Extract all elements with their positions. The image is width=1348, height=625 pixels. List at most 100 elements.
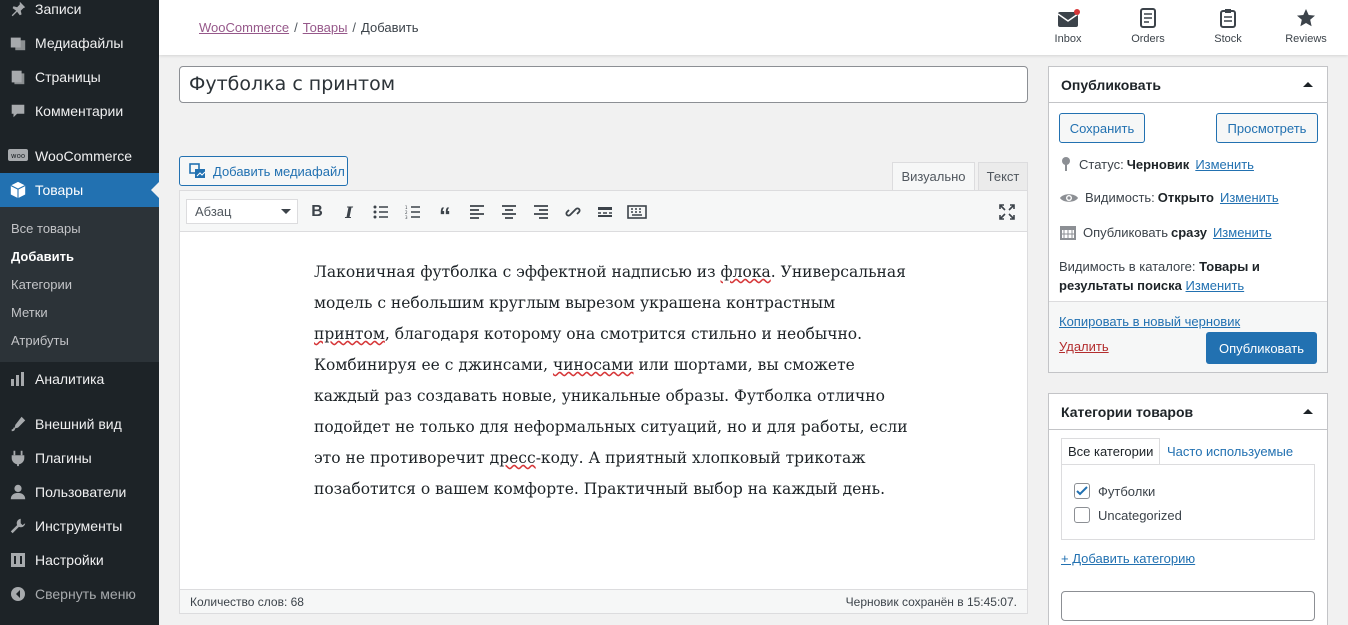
reviews-button[interactable]: Reviews [1276,8,1336,45]
categories-box-header[interactable]: Категории товаров [1049,394,1327,430]
edit-status-link[interactable]: Изменить [1195,157,1254,172]
description-text: Лаконичная футболка с эффектной надписью… [314,263,721,281]
sidebar-item-label: Внешний вид [35,416,122,432]
publish-actions: Копировать в новый черновик Удалить Опуб… [1049,301,1327,372]
breadcrumb-current: Добавить [361,20,419,35]
toolbar-toggle-button[interactable] [626,201,648,223]
inbox-icon [1038,8,1098,28]
sidebar-item-media[interactable]: Медиафайлы [0,26,159,60]
add-category-link[interactable]: + Добавить категорию [1061,551,1195,566]
edit-catalog-visibility-link[interactable]: Изменить [1186,278,1245,293]
publish-box-title: Опубликовать [1061,76,1161,93]
sidebar-item-label: Настройки [35,552,104,568]
add-media-button[interactable]: Добавить медиафайл [179,156,348,186]
italic-button[interactable]: I [338,201,360,223]
format-select[interactable]: Абзац [186,199,298,224]
delete-link[interactable]: Удалить [1059,339,1109,354]
edit-visibility-link[interactable]: Изменить [1220,190,1279,205]
status-label: Статус: [1079,156,1124,172]
read-more-button[interactable] [594,201,616,223]
media-icon [189,163,206,178]
tab-text[interactable]: Текст [978,162,1028,191]
preview-button[interactable]: Просмотреть [1216,113,1318,143]
insert-link-button[interactable] [562,201,584,223]
collapse-menu-button[interactable]: Свернуть меню [0,577,159,611]
align-left-button[interactable] [466,201,488,223]
sidebar-item-woocommerce[interactable]: woo WooCommerce [0,139,159,173]
quote-icon: “ [439,203,451,230]
category-item[interactable]: Футболки [1074,483,1155,499]
tab-popular-categories[interactable]: Часто используемые [1161,438,1299,465]
submenu-all-products[interactable]: Все товары [11,221,81,236]
orders-icon [1118,8,1178,28]
sidebar-item-plugins[interactable]: Плагины [0,441,159,475]
chevron-up-icon[interactable] [1303,82,1313,87]
sidebar-item-users[interactable]: Пользователи [0,475,159,509]
edit-schedule-link[interactable]: Изменить [1213,225,1272,240]
sidebar-item-analytics[interactable]: Аналитика [0,362,159,396]
admin-sidebar: Записи Медиафайлы Страницы Комментарии w… [0,0,159,625]
pin-icon [1062,157,1070,171]
product-description: Лаконичная футболка с эффектной надписью… [314,257,914,505]
sidebar-item-appearance[interactable]: Внешний вид [0,407,159,441]
products-submenu: Все товары Добавить Категории Метки Атри… [0,207,159,362]
read-more-icon [598,207,612,217]
product-title-input[interactable]: Футболка с принтом [179,66,1028,103]
autosave-status: Черновик сохранён в 15:45:07. [845,595,1017,609]
numbered-list-button[interactable]: 123 [402,201,424,223]
align-right-icon [534,205,548,219]
editor-content-area[interactable]: Лаконичная футболка с эффектной надписью… [180,233,1027,589]
sidebar-item-pages[interactable]: Страницы [0,60,159,94]
pages-icon [0,68,35,86]
chevron-up-icon[interactable] [1303,409,1313,414]
save-draft-button[interactable]: Сохранить [1059,113,1145,143]
publish-box-header[interactable]: Опубликовать [1049,67,1327,103]
publish-button[interactable]: Опубликовать [1206,332,1317,364]
breadcrumb-woocommerce-link[interactable]: WooCommerce [199,20,289,35]
fullscreen-button[interactable] [996,201,1018,223]
category-checklist: Футболки Uncategorized [1061,464,1315,540]
submenu-categories[interactable]: Категории [11,277,72,292]
appearance-icon [0,415,35,433]
stock-button[interactable]: Stock [1198,8,1258,45]
align-right-button[interactable] [530,201,552,223]
inbox-button[interactable]: Inbox [1038,8,1098,45]
sidebar-item-settings[interactable]: Настройки [0,543,159,577]
reviews-label: Reviews [1285,33,1327,45]
orders-button[interactable]: Orders [1118,8,1178,45]
blockquote-button[interactable]: “ [434,201,456,230]
align-center-button[interactable] [498,201,520,223]
collapse-label: Свернуть меню [35,586,136,602]
editor-toolbar: Абзац B I 123 “ [180,191,1027,232]
collapse-icon [0,586,35,602]
misspelled-word: флока [720,263,771,281]
tab-visual[interactable]: Визуально [892,162,975,191]
sidebar-item-label: Записи [35,1,82,17]
copy-to-draft-link[interactable]: Копировать в новый черновик [1059,314,1240,329]
bullet-list-button[interactable] [370,201,392,223]
eye-icon [1060,193,1078,202]
svg-text:3: 3 [405,215,408,219]
products-icon [0,181,35,199]
tab-all-categories[interactable]: Все категории [1061,438,1161,465]
submenu-tags[interactable]: Метки [11,305,48,320]
sidebar-item-label: Инструменты [35,518,123,534]
visibility-label: Видимость: [1085,190,1155,205]
category-checkbox-checked[interactable] [1074,483,1090,499]
sidebar-item-label: Плагины [35,450,92,466]
submenu-add-new[interactable]: Добавить [11,249,74,264]
woocommerce-header: WooCommerce / Товары / Добавить Inbox Orders… [159,0,1348,55]
bullet-list-icon [373,205,388,219]
bold-button[interactable]: B [306,201,328,223]
breadcrumb-products-link[interactable]: Товары [303,20,348,35]
sidebar-item-label: Медиафайлы [35,35,124,51]
new-category-input[interactable] [1061,591,1315,621]
submenu-attributes[interactable]: Атрибуты [11,333,69,348]
sidebar-item-tools[interactable]: Инструменты [0,509,159,543]
sidebar-item-comments[interactable]: Комментарии [0,94,159,128]
sidebar-item-products[interactable]: Товары [0,173,159,207]
svg-text:woo: woo [10,152,24,160]
category-checkbox[interactable] [1074,507,1090,523]
sidebar-item-posts[interactable]: Записи [0,0,159,26]
category-item[interactable]: Uncategorized [1074,507,1182,523]
